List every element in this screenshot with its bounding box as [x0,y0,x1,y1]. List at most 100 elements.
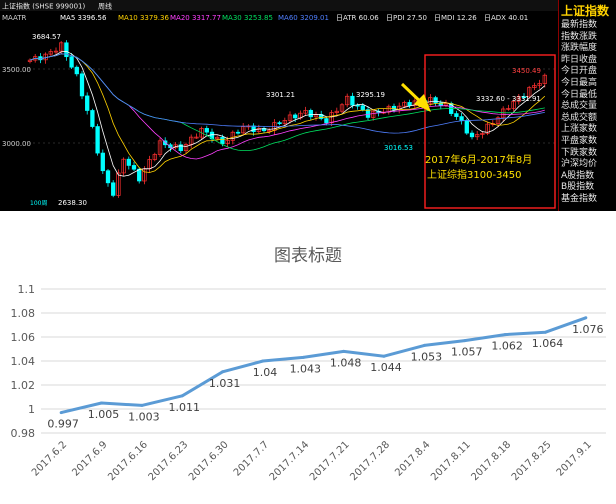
sidebar-item: 上涨家数 [561,124,598,135]
sidebar-item: 下跌家数 [561,147,598,158]
candle-body [251,125,256,132]
data-label: 1.043 [290,362,322,375]
candle-body [407,102,412,107]
sidebar-item: 平盘家数 [561,136,598,146]
period-label: 周线 [98,2,112,11]
sidebar-item: 昨日收盘 [561,54,598,65]
y-tick-label: 1.1 [18,283,36,296]
stock-kline-panel: 上证指数 (SHSE 999001) 周线 MAATR MA5 3396.56 MA10… [0,0,616,211]
candle-body [74,66,79,75]
data-label: 1.011 [169,401,201,414]
x-tick-label: 2017.6.9 [70,439,109,478]
sidebar-title: 上证指数 [561,4,610,18]
candle-body [454,113,459,117]
indicator-label: MA5 3396.56 [60,14,107,22]
sidebar-item: 指数涨跌 [561,31,598,42]
data-point [100,401,104,405]
x-tick-label: 2017.6.2 [30,439,69,478]
sidebar-item: 今日开盘 [561,66,598,77]
sidebar-item: 涨跌幅度 [561,43,598,54]
kline-chart: 上证指数 (SHSE 999001) 周线 MAATR MA5 3396.56 MA10… [0,0,558,209]
x-tick-label: 2017.8.18 [469,439,513,483]
data-point [503,333,507,337]
candle-body [204,128,209,133]
annotation-recent-high: 3450.49 [512,67,541,75]
indicator-label: 日PDI 27.50 [386,14,427,22]
x-tick-label: 2017.8.25 [510,439,554,483]
candle-body [69,56,74,68]
candle-body [79,73,85,97]
data-label: 1.053 [411,350,443,363]
data-label: 0.997 [47,418,79,431]
x-tick-label: 2017.6.23 [147,439,191,483]
indicator-label: MA20 3317.77 [170,14,221,22]
data-point [584,316,588,320]
candle-body [126,158,131,166]
candle-body [433,97,438,104]
data-point [140,403,144,407]
sidebar-item: 今日最低 [561,89,598,100]
ma30-line [29,53,545,152]
candle-body [469,132,475,138]
data-point [301,355,305,359]
stock-title: 上证指数 (SHSE 999001) [2,2,85,11]
data-label: 1.062 [491,340,523,353]
indicator-label: MAATR [2,14,27,22]
y-tick-label: 1.06 [11,331,36,344]
x-tick-label: 2017.7.7 [232,439,271,478]
x-tick-label: 2017.8.11 [429,439,473,483]
candle-body [220,136,225,145]
candle-body [464,120,469,134]
x-tick-label: 2017.8.4 [393,439,432,478]
series-line [60,316,587,415]
x-tick-label: 2017.7.14 [268,439,312,483]
data-label: 1.04 [253,366,278,379]
candle-body [308,110,313,118]
candle-body [277,122,282,125]
indicator-label: 日MDI 12.26 [434,14,477,22]
x-tick-label: 2017.6.16 [106,439,150,483]
data-point [543,330,547,334]
sidebar-item: 今日最高 [561,78,598,88]
candle-body [137,168,142,182]
candle-body [111,182,116,196]
caption-line2: 上证综指3100-3450 [427,168,522,181]
indicator-label: MA10 3379.36 [118,14,169,22]
annotation-mid-high-1: 3301.21 [266,91,295,99]
annotation-current-range: 3332.60 - 3331.91 [476,95,541,103]
data-point [261,359,265,363]
data-point [342,349,346,353]
candle-body [365,109,371,118]
data-point [59,411,63,415]
data-point [221,370,225,374]
y-tick-label: 1 [28,403,35,416]
data-label: 1.057 [451,346,483,359]
index-line-chart: 图表标题0.9811.021.041.061.081.12017.6.2 2017… [11,246,606,483]
data-point [463,339,467,343]
annotation-low: 2638.30 [58,199,87,207]
sidebar-item: B股指数 [561,182,595,193]
x-tick-label: 2017.9.1 [555,439,594,478]
index-info-sidebar: 上证指数 最新指数 指数涨跌 涨跌幅度 昨日收盘 今日开盘 今日最高 今日最低 总成交量 总成交… [558,0,616,211]
candle-body [293,114,298,119]
data-label: 1.048 [330,356,362,369]
y-tick-label: 0.98 [11,427,36,440]
candle-body [85,95,90,111]
candle-body [100,152,105,172]
candle-body [360,105,365,110]
chart-title: 图表标题 [274,246,342,266]
data-label: 1.076 [572,323,604,336]
data-label: 1.044 [370,361,402,374]
axis-label-3500: 3500.00 [2,66,31,74]
sidebar-item: 沪深均价 [561,159,598,170]
bottom-period-label: 100周 [30,200,47,207]
y-tick-label: 1.04 [11,355,36,368]
data-label: 1.003 [128,410,160,423]
indicator-label: 日ATR 60.06 [336,14,379,22]
y-tick-label: 1.08 [11,307,36,320]
x-tick-label: 2017.7.21 [308,439,352,483]
axis-label-3000: 3000.00 [2,140,31,148]
data-label: 1.005 [88,408,120,421]
indicator-label: MA60 3209.01 [278,14,329,22]
data-point [382,354,386,358]
